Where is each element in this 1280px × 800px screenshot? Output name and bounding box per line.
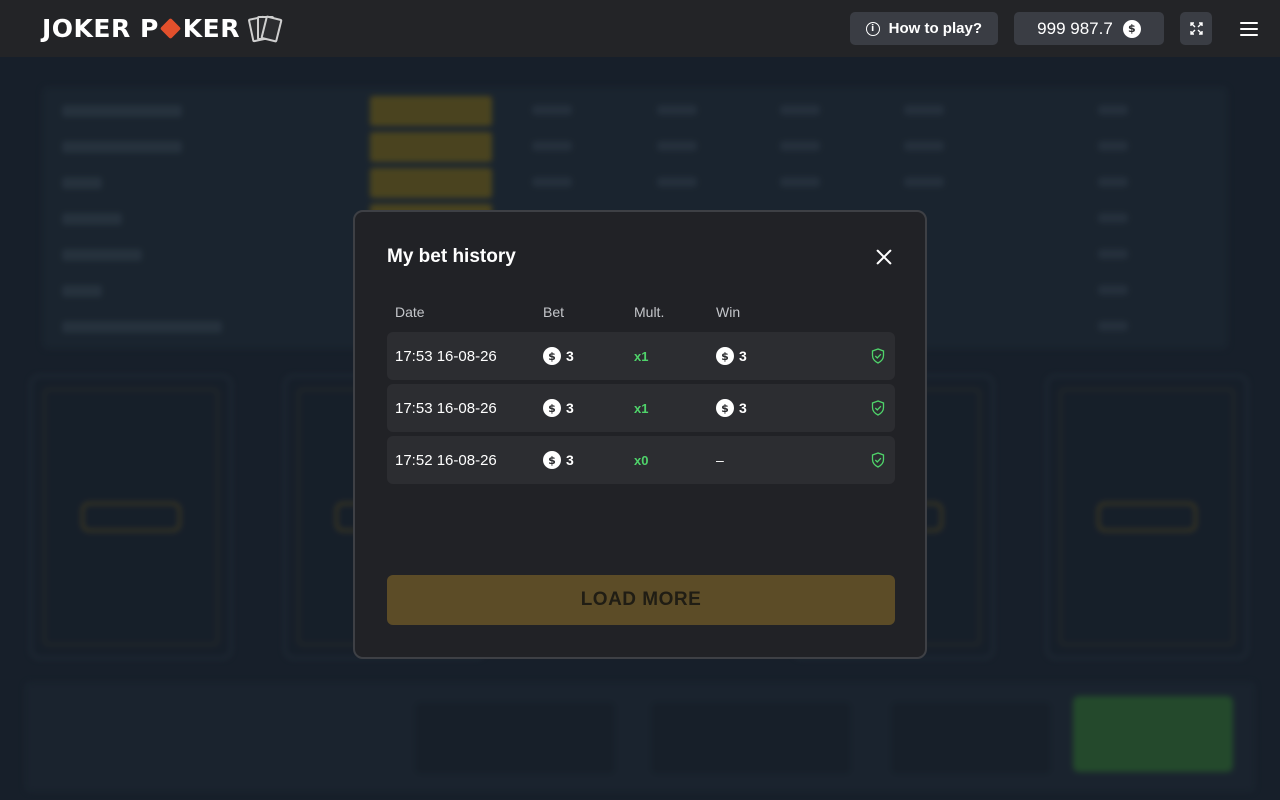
table-row[interactable]: 17:52 16-08-26 $3 x0 – (387, 436, 895, 484)
table-header: Date Bet Mult. Win (387, 304, 895, 324)
fullscreen-button[interactable] (1180, 12, 1212, 45)
modal-title: My bet history (387, 246, 516, 267)
balance-value: 999 987.7 (1037, 18, 1113, 38)
logo-text-right: KER (182, 14, 240, 43)
bet-history-list: 17:53 16-08-26 $3 x1 $3 17:53 16-08-26 $… (387, 332, 895, 488)
row-mult: x0 (634, 452, 649, 468)
info-icon: i (865, 21, 880, 36)
column-mult: Mult. (634, 304, 665, 320)
row-date: 17:52 16-08-26 (395, 451, 497, 469)
row-mult: x1 (634, 400, 649, 416)
coin-icon: $ (543, 451, 561, 469)
shield-check-icon[interactable] (871, 332, 885, 380)
column-win: Win (716, 304, 741, 320)
table-row[interactable]: 17:53 16-08-26 $3 x1 $3 (387, 384, 895, 432)
how-to-play-label: How to play? (888, 20, 982, 37)
shield-check-icon[interactable] (871, 436, 885, 484)
logo: JOKER P KER (42, 14, 283, 43)
row-win: – (716, 452, 724, 468)
coin-icon: $ (716, 399, 734, 417)
coin-icon: $ (543, 347, 561, 365)
row-date: 17:53 16-08-26 (395, 347, 497, 365)
coin-icon: $ (543, 399, 561, 417)
how-to-play-button[interactable]: i How to play? (849, 12, 998, 45)
coin-icon: $ (1122, 19, 1141, 38)
diamond-icon (159, 17, 181, 40)
bet-history-modal: My bet history Date Bet Mult. Win 17:53 … (353, 210, 927, 659)
menu-icon[interactable] (1240, 21, 1258, 36)
coin-icon: $ (716, 347, 734, 365)
column-date: Date (395, 304, 425, 320)
shield-check-icon[interactable] (871, 384, 885, 432)
row-bet: $3 (543, 332, 574, 380)
row-mult: x1 (634, 348, 649, 364)
cards-icon (247, 14, 283, 43)
top-bar: JOKER P KER i How to play? 999 987.7 $ (0, 0, 1280, 57)
column-bet: Bet (543, 304, 565, 320)
row-win: $3 (716, 384, 747, 432)
fullscreen-icon (1189, 22, 1203, 35)
logo-text-left: JOKER P (42, 14, 159, 43)
row-bet: $3 (543, 436, 574, 484)
close-icon[interactable] (875, 248, 893, 266)
row-date: 17:53 16-08-26 (395, 399, 497, 417)
row-bet: $3 (543, 384, 574, 432)
table-row[interactable]: 17:53 16-08-26 $3 x1 $3 (387, 332, 895, 380)
load-more-button[interactable]: LOAD MORE (387, 575, 895, 625)
row-win: $3 (716, 332, 747, 380)
balance-display: 999 987.7 $ (1014, 12, 1164, 45)
